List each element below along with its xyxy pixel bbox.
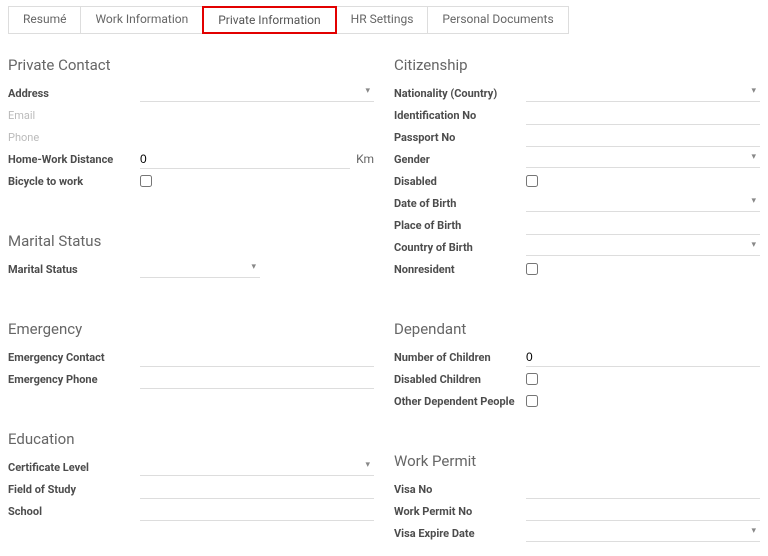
tab-hr-settings[interactable]: HR Settings — [336, 6, 429, 34]
label-place-of-birth: Place of Birth — [394, 219, 526, 232]
section-work-permit: Work Permit Visa No Work Permit No Visa … — [394, 452, 760, 544]
visa-expire-date-field[interactable]: ▾ — [526, 524, 760, 542]
section-title-work-permit: Work Permit — [394, 452, 760, 470]
label-gender: Gender — [394, 153, 526, 166]
date-of-birth-field[interactable]: ▾ — [526, 194, 760, 212]
emergency-phone-field[interactable] — [140, 370, 374, 389]
label-marital-status: Marital Status — [8, 263, 140, 276]
label-date-of-birth: Date of Birth — [394, 197, 526, 210]
label-visa-expire: Visa Expire Date — [394, 527, 526, 540]
chevron-down-icon: ▾ — [251, 262, 256, 272]
label-bicycle-to-work: Bicycle to work — [8, 175, 140, 188]
disabled-children-checkbox[interactable] — [526, 373, 538, 385]
section-marital-status: Marital Status Marital Status ▾ — [8, 232, 374, 280]
label-visa-no: Visa No — [394, 483, 526, 496]
chevron-down-icon: ▾ — [751, 526, 756, 536]
school-field[interactable] — [140, 502, 374, 521]
nationality-field[interactable]: ▾ — [526, 84, 760, 102]
section-title-dependant: Dependant — [394, 320, 760, 338]
chevron-down-icon: ▾ — [365, 460, 370, 470]
other-dependent-checkbox[interactable] — [526, 395, 538, 407]
certificate-level-field[interactable]: ▾ — [140, 458, 374, 476]
bicycle-to-work-checkbox[interactable] — [140, 175, 152, 187]
section-dependant: Dependant Number of Children Disabled Ch… — [394, 320, 760, 412]
section-title-marital-status: Marital Status — [8, 232, 374, 250]
label-nationality: Nationality (Country) — [394, 87, 526, 100]
number-of-children-field[interactable] — [526, 348, 760, 367]
tab-personal-documents[interactable]: Personal Documents — [427, 6, 568, 34]
chevron-down-icon: ▾ — [751, 196, 756, 206]
chevron-down-icon: ▾ — [751, 152, 756, 162]
section-emergency: Emergency Emergency Contact Emergency Ph… — [8, 320, 374, 390]
section-private-contact: Private Contact Address ▾ Email Phone Ho… — [8, 56, 374, 192]
chevron-down-icon: ▾ — [751, 86, 756, 96]
label-emergency-contact: Emergency Contact — [8, 351, 140, 364]
label-address: Address — [8, 87, 140, 100]
label-emergency-phone: Emergency Phone — [8, 373, 140, 386]
label-passport-no: Passport No — [394, 131, 526, 144]
tabs-bar: Resumé Work Information Private Informat… — [8, 6, 760, 34]
gender-field[interactable]: ▾ — [526, 150, 760, 168]
country-of-birth-field[interactable]: ▾ — [526, 238, 760, 256]
section-title-citizenship: Citizenship — [394, 56, 760, 74]
address-field[interactable]: ▾ — [140, 84, 374, 102]
label-field-of-study: Field of Study — [8, 483, 140, 496]
tab-private-information[interactable]: Private Information — [202, 6, 336, 34]
nonresident-checkbox[interactable] — [526, 263, 538, 275]
visa-no-field[interactable] — [526, 480, 760, 499]
label-certificate-level: Certificate Level — [8, 461, 140, 474]
section-citizenship: Citizenship Nationality (Country) ▾ Iden… — [394, 56, 760, 280]
label-home-work-distance: Home-Work Distance — [8, 153, 140, 166]
distance-unit: Km — [356, 152, 374, 166]
field-of-study-field[interactable] — [140, 480, 374, 499]
emergency-contact-field[interactable] — [140, 348, 374, 367]
label-other-dependent: Other Dependent People — [394, 395, 526, 408]
label-identification-no: Identification No — [394, 109, 526, 122]
label-email: Email — [8, 109, 140, 122]
disabled-checkbox[interactable] — [526, 175, 538, 187]
label-school: School — [8, 505, 140, 518]
tab-work-information[interactable]: Work Information — [80, 6, 203, 34]
passport-no-field[interactable] — [526, 128, 760, 147]
label-country-of-birth: Country of Birth — [394, 241, 526, 254]
section-education: Education Certificate Level ▾ Field of S… — [8, 430, 374, 522]
label-disabled: Disabled — [394, 175, 526, 188]
label-number-of-children: Number of Children — [394, 351, 526, 364]
label-nonresident: Nonresident — [394, 263, 526, 276]
work-permit-no-field[interactable] — [526, 502, 760, 521]
home-work-distance-field[interactable] — [140, 150, 350, 169]
place-of-birth-field[interactable] — [526, 216, 760, 235]
label-work-permit-no: Work Permit No — [394, 505, 526, 518]
label-phone: Phone — [8, 131, 140, 144]
chevron-down-icon: ▾ — [365, 86, 370, 96]
marital-status-field[interactable]: ▾ — [140, 260, 260, 278]
tab-resume[interactable]: Resumé — [8, 6, 81, 34]
section-title-private-contact: Private Contact — [8, 56, 374, 74]
section-title-emergency: Emergency — [8, 320, 374, 338]
label-disabled-children: Disabled Children — [394, 373, 526, 386]
chevron-down-icon: ▾ — [751, 240, 756, 250]
identification-no-field[interactable] — [526, 106, 760, 125]
section-title-education: Education — [8, 430, 374, 448]
